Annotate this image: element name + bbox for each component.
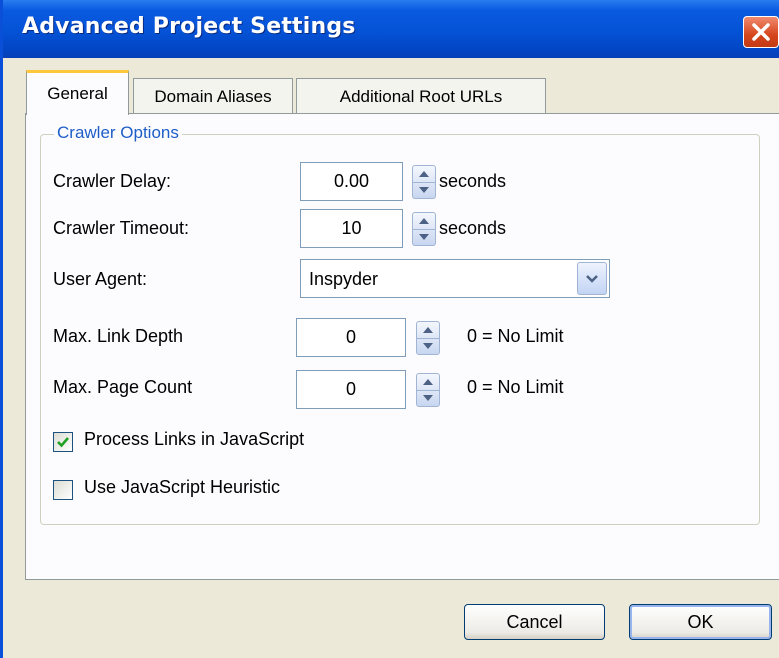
max-link-depth-input[interactable]: 0 xyxy=(296,318,406,357)
tab-panel-general: Crawler Options Crawler Delay: 0.00 seco… xyxy=(25,113,779,580)
crawler-timeout-unit: seconds xyxy=(439,218,507,238)
user-agent-value: Inspyder xyxy=(309,269,379,289)
max-page-count-label: Max. Page Count xyxy=(53,377,193,397)
max-link-depth-label: Max. Link Depth xyxy=(53,326,184,346)
use-js-heuristic-checkbox[interactable] xyxy=(53,480,73,500)
max-page-count-hint: 0 = No Limit xyxy=(467,377,564,397)
user-agent-select[interactable]: Inspyder xyxy=(300,259,610,298)
tab-general[interactable]: General xyxy=(26,70,129,115)
process-links-js-label[interactable]: Process Links in JavaScript xyxy=(84,429,304,450)
spin-down-icon[interactable] xyxy=(413,182,435,198)
tab-additional-root-urls[interactable]: Additional Root URLs xyxy=(296,78,546,114)
crawler-delay-unit: seconds xyxy=(439,171,507,191)
cancel-button[interactable]: Cancel xyxy=(464,604,605,640)
crawler-timeout-input[interactable]: 10 xyxy=(300,209,403,248)
max-link-depth-hint: 0 = No Limit xyxy=(467,326,564,346)
max-link-depth-spinner[interactable] xyxy=(416,321,440,355)
crawler-delay-input[interactable]: 0.00 xyxy=(300,162,403,201)
crawler-delay-label: Crawler Delay: xyxy=(53,171,172,191)
spin-down-icon[interactable] xyxy=(413,229,435,245)
spin-up-icon[interactable] xyxy=(417,374,439,391)
spin-up-icon[interactable] xyxy=(413,213,435,230)
tab-domain-aliases[interactable]: Domain Aliases xyxy=(133,78,293,114)
crawler-delay-spinner[interactable] xyxy=(412,165,436,199)
spin-up-icon[interactable] xyxy=(417,322,439,339)
chevron-down-icon[interactable] xyxy=(577,262,607,295)
checkmark-icon xyxy=(57,437,69,448)
crawler-options-legend: Crawler Options xyxy=(54,123,182,143)
max-page-count-spinner[interactable] xyxy=(416,373,440,407)
dialog-window: Advanced Project Settings General Domain… xyxy=(0,0,779,658)
use-js-heuristic-label[interactable]: Use JavaScript Heuristic xyxy=(84,477,280,498)
spin-down-icon[interactable] xyxy=(417,338,439,354)
process-links-js-checkbox[interactable] xyxy=(53,432,73,452)
spin-up-icon[interactable] xyxy=(413,166,435,183)
max-page-count-input[interactable]: 0 xyxy=(296,370,406,409)
title-bar[interactable]: Advanced Project Settings xyxy=(3,0,779,58)
spin-down-icon[interactable] xyxy=(417,390,439,406)
user-agent-label: User Agent: xyxy=(53,269,148,289)
dialog-title: Advanced Project Settings xyxy=(22,14,356,39)
ok-button[interactable]: OK xyxy=(629,604,772,640)
close-x-icon xyxy=(752,23,770,41)
crawler-timeout-label: Crawler Timeout: xyxy=(53,218,190,238)
close-button[interactable] xyxy=(743,16,779,48)
crawler-timeout-spinner[interactable] xyxy=(412,212,436,246)
